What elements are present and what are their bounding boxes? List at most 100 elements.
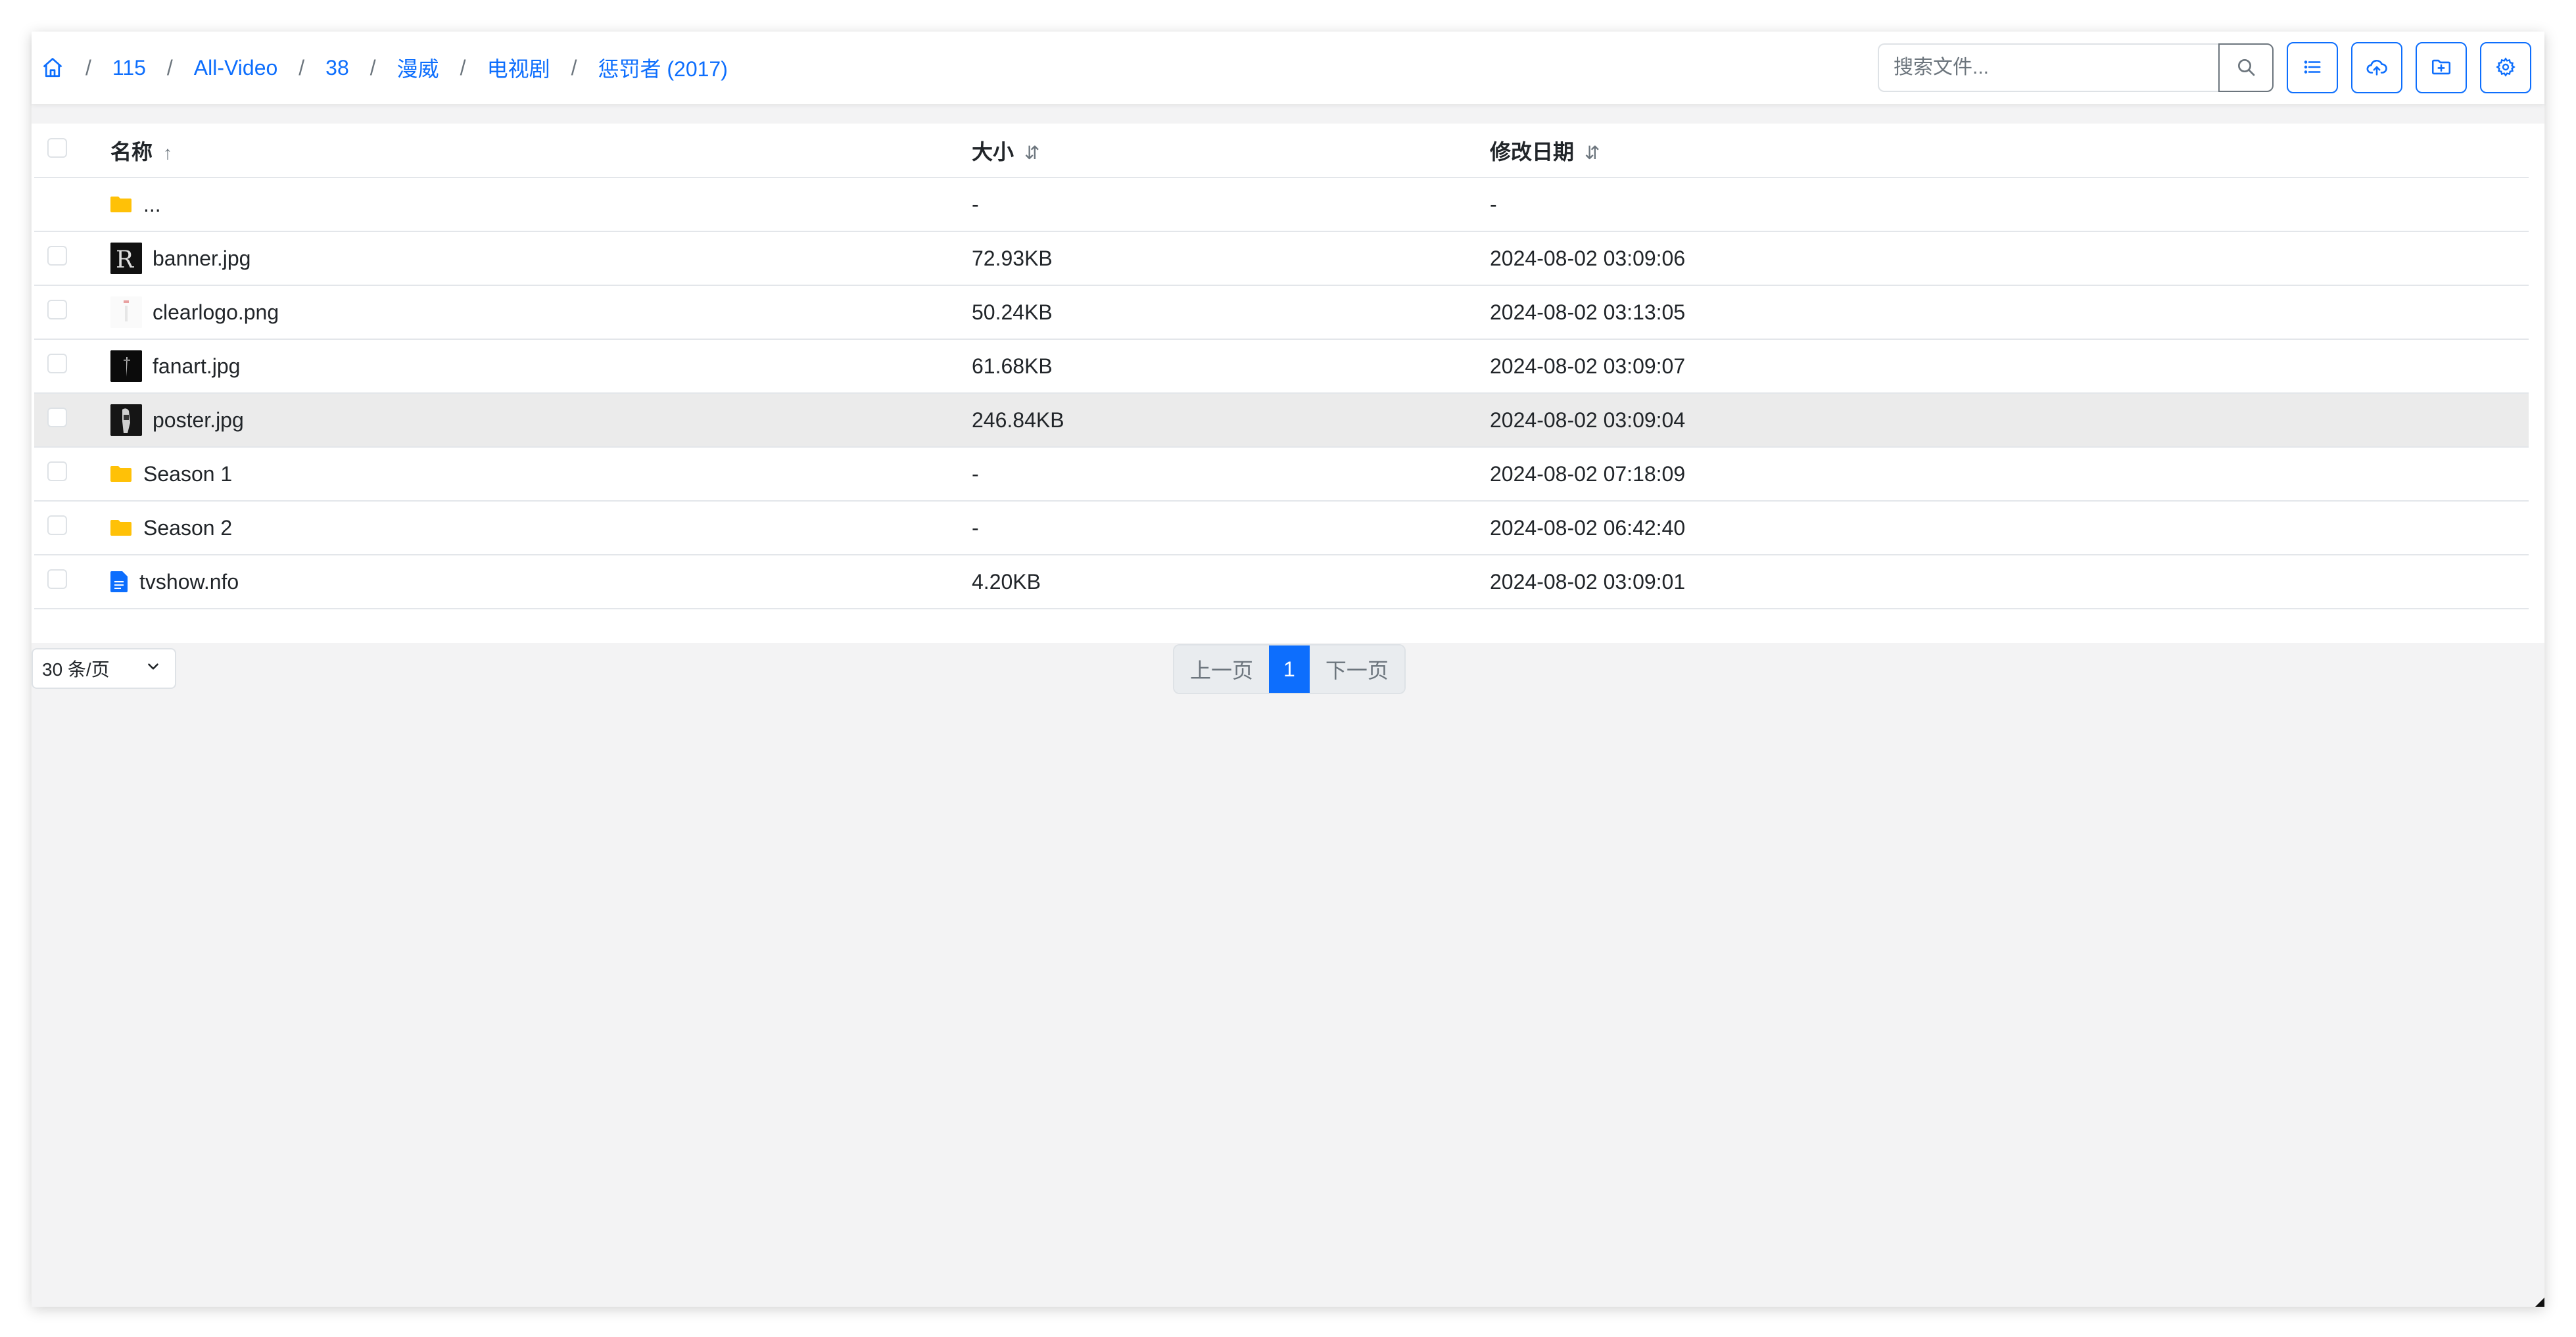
file-name[interactable]: clearlogo.png: [153, 300, 279, 325]
gear-icon: [2495, 57, 2516, 80]
file-size: 61.68KB: [972, 339, 1490, 394]
row-check-cell: [34, 393, 110, 448]
file-date: 2024-08-02 03:09:04: [1490, 393, 2529, 448]
file-name[interactable]: tvshow.nfo: [139, 570, 239, 594]
breadcrumb-separator: /: [370, 55, 376, 80]
file-size: 246.84KB: [972, 393, 1490, 448]
row-check-cell: [34, 285, 110, 340]
row-check-cell: [34, 555, 110, 609]
row-checkbox[interactable]: [47, 515, 67, 535]
file-name[interactable]: Season 1: [143, 462, 232, 486]
breadcrumb-separator: /: [85, 55, 91, 80]
file-name-cell[interactable]: tvshow.nfo: [110, 555, 972, 609]
select-all-checkbox[interactable]: [47, 137, 67, 158]
file-name[interactable]: fanart.jpg: [153, 354, 240, 379]
file-size: -: [972, 177, 1490, 232]
per-page-value: 30 条/页: [42, 659, 110, 680]
prev-page-button[interactable]: 上一页: [1174, 645, 1270, 693]
date-header-label: 修改日期: [1490, 139, 1575, 164]
table-row[interactable]: clearlogo.png 50.24KB 2024-08-02 03:13:0…: [34, 285, 2529, 340]
per-page-select[interactable]: 30 条/页: [32, 648, 176, 689]
upload-cloud-icon: [2366, 56, 2388, 80]
breadcrumb-item-tv-series[interactable]: 电视剧: [487, 53, 550, 83]
row-check-cell: [34, 231, 110, 286]
date-column-header[interactable]: 修改日期 ⇵: [1490, 124, 2529, 178]
folder-icon: [110, 195, 131, 214]
resize-corner: [2535, 1298, 2544, 1307]
file-size: 50.24KB: [972, 285, 1490, 340]
file-table-container: 名称 ↑ 大小 ⇵ 修改日期 ⇵ ... - - R banner.jpg 72…: [32, 124, 2544, 643]
table-row[interactable]: R banner.jpg 72.93KB 2024-08-02 03:09:06: [34, 231, 2529, 286]
file-name-cell[interactable]: fanart.jpg: [110, 339, 972, 394]
file-browser-window: / 115 / All-Video / 38 / 漫威 / 电视剧 / 惩罚者 …: [32, 32, 2544, 1307]
search-button[interactable]: [2218, 43, 2274, 92]
page-number-button[interactable]: 1: [1269, 645, 1310, 693]
file-date: 2024-08-02 03:13:05: [1490, 285, 2529, 340]
row-checkbox[interactable]: [47, 354, 67, 373]
file-name[interactable]: Season 2: [143, 516, 232, 540]
table-row[interactable]: tvshow.nfo 4.20KB 2024-08-02 03:09:01: [34, 555, 2529, 609]
table-row[interactable]: Season 2 - 2024-08-02 06:42:40: [34, 501, 2529, 555]
sort-icon[interactable]: ⇵: [1585, 143, 1600, 163]
search-icon: [2235, 57, 2256, 80]
list-view-button[interactable]: [2287, 42, 2338, 93]
breadcrumb-separator: /: [571, 55, 577, 80]
breadcrumb-separator: /: [460, 55, 466, 80]
file-size: 4.20KB: [972, 555, 1490, 609]
file-date: 2024-08-02 06:42:40: [1490, 501, 2529, 555]
sort-icon[interactable]: ⇵: [1024, 143, 1039, 163]
image-thumbnail-icon: [110, 350, 142, 382]
image-thumbnail-icon: R: [110, 243, 142, 274]
file-name[interactable]: ...: [143, 193, 161, 217]
file-date: 2024-08-02 03:09:06: [1490, 231, 2529, 286]
breadcrumb-item-marvel[interactable]: 漫威: [397, 53, 439, 83]
file-name[interactable]: poster.jpg: [153, 408, 244, 433]
size-column-header[interactable]: 大小 ⇵: [972, 124, 1490, 178]
row-checkbox[interactable]: [47, 300, 67, 319]
row-checkbox[interactable]: [47, 569, 67, 589]
row-checkbox[interactable]: [47, 408, 67, 427]
file-name[interactable]: banner.jpg: [153, 246, 250, 271]
settings-button[interactable]: [2480, 42, 2531, 93]
size-header-label: 大小: [972, 139, 1014, 164]
new-folder-button[interactable]: [2416, 42, 2467, 93]
table-row[interactable]: poster.jpg 246.84KB 2024-08-02 03:09:04: [34, 393, 2529, 448]
breadcrumb-item-115[interactable]: 115: [112, 56, 146, 80]
file-name-cell[interactable]: Season 2: [110, 501, 972, 555]
toolbar: [1878, 42, 2531, 93]
header-bar: / 115 / All-Video / 38 / 漫威 / 电视剧 / 惩罚者 …: [32, 32, 2544, 104]
row-check-cell: [34, 447, 110, 502]
row-checkbox[interactable]: [47, 461, 67, 481]
file-size: -: [972, 501, 1490, 555]
row-check-cell: [34, 177, 110, 232]
list-view-icon: [2302, 57, 2322, 79]
file-name-cell[interactable]: poster.jpg: [110, 393, 972, 448]
name-column-header[interactable]: 名称 ↑: [110, 124, 972, 178]
file-name-cell[interactable]: clearlogo.png: [110, 285, 972, 340]
file-name-cell[interactable]: ...: [110, 177, 972, 232]
image-thumbnail-icon: [110, 404, 142, 436]
table-row[interactable]: Season 1 - 2024-08-02 07:18:09: [34, 447, 2529, 502]
home-icon[interactable]: [41, 56, 64, 80]
search-group: [1878, 43, 2274, 92]
table-row[interactable]: fanart.jpg 61.68KB 2024-08-02 03:09:07: [34, 339, 2529, 394]
file-name-cell[interactable]: Season 1: [110, 447, 972, 502]
breadcrumb-item-current[interactable]: 惩罚者 (2017): [598, 53, 727, 83]
table-header-row: 名称 ↑ 大小 ⇵ 修改日期 ⇵: [34, 124, 2529, 178]
folder-icon: [110, 519, 131, 537]
new-folder-icon: [2430, 56, 2452, 80]
upload-button[interactable]: [2351, 42, 2402, 93]
sort-ascending-icon[interactable]: ↑: [163, 143, 172, 163]
table-row[interactable]: ... - -: [34, 177, 2529, 232]
next-page-button[interactable]: 下一页: [1309, 645, 1404, 693]
row-check-cell: [34, 501, 110, 555]
search-input[interactable]: [1878, 43, 2218, 92]
breadcrumb-item-all-video[interactable]: All-Video: [194, 56, 277, 80]
image-thumbnail-icon: [110, 296, 142, 328]
row-check-cell: [34, 339, 110, 394]
row-checkbox[interactable]: [47, 246, 67, 266]
chevron-down-icon: [145, 658, 162, 680]
file-name-cell[interactable]: R banner.jpg: [110, 231, 972, 286]
breadcrumb-item-38[interactable]: 38: [325, 56, 349, 80]
name-header-label: 名称: [110, 139, 153, 164]
